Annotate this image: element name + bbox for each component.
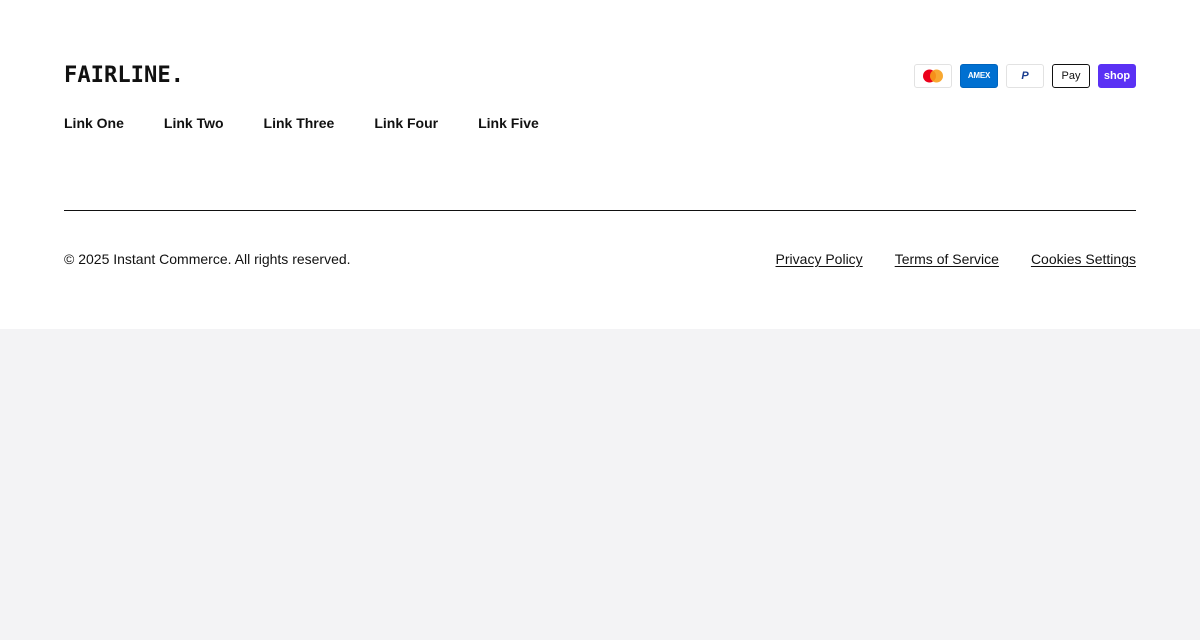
footer-nav: Link One Link Two Link Three Link Four L…	[64, 114, 539, 132]
apple-pay-label: Pay	[1061, 69, 1081, 82]
amex-icon: AMEX	[960, 64, 998, 88]
footer-divider	[64, 210, 1136, 211]
legal-links: Privacy Policy Terms of Service Cookies …	[776, 250, 1136, 268]
terms-of-service-link[interactable]: Terms of Service	[895, 250, 999, 268]
nav-link-three[interactable]: Link Three	[264, 114, 335, 132]
nav-link-five[interactable]: Link Five	[478, 114, 539, 132]
paypal-label: P	[1021, 69, 1029, 82]
nav-link-four[interactable]: Link Four	[374, 114, 438, 132]
apple-pay-icon: Pay	[1052, 64, 1090, 88]
copyright-text: © 2025 Instant Commerce. All rights rese…	[64, 251, 351, 267]
mastercard-icon	[914, 64, 952, 88]
fairline-logo[interactable]: FAIRLINE.	[64, 62, 188, 86]
cookies-settings-link[interactable]: Cookies Settings	[1031, 250, 1136, 268]
shop-pay-label: shop	[1103, 69, 1131, 82]
site-footer: FAIRLINE. AMEX P Pay shop Link One Link …	[0, 0, 1200, 329]
paypal-icon: P	[1006, 64, 1044, 88]
nav-link-two[interactable]: Link Two	[164, 114, 224, 132]
nav-link-one[interactable]: Link One	[64, 114, 124, 132]
svg-text:FAIRLINE.: FAIRLINE.	[64, 63, 184, 86]
privacy-policy-link[interactable]: Privacy Policy	[776, 250, 863, 268]
amex-label: AMEX	[967, 71, 991, 80]
fairline-logo-icon: FAIRLINE.	[64, 63, 184, 86]
shop-pay-icon: shop	[1098, 64, 1136, 88]
payment-methods: AMEX P Pay shop	[914, 64, 1136, 88]
